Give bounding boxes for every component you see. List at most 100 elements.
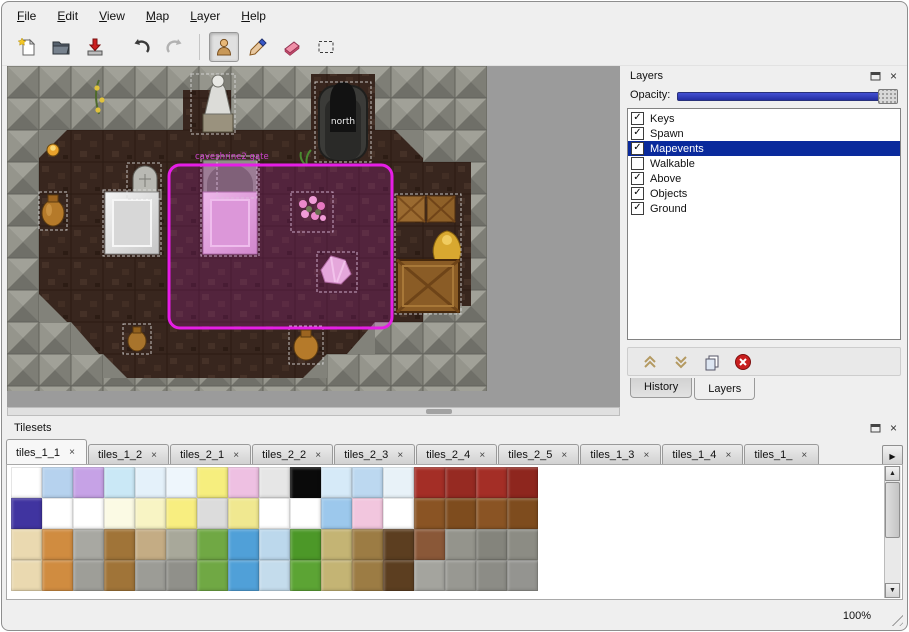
layer-row-ground[interactable]: ✓ Ground bbox=[628, 201, 900, 216]
palette-tile[interactable] bbox=[11, 529, 42, 560]
palette-tile[interactable] bbox=[166, 498, 197, 529]
layer-checkbox[interactable]: ✓ bbox=[631, 127, 644, 140]
palette-tile[interactable] bbox=[352, 467, 383, 498]
tileset-tab[interactable]: tiles_2_4 × bbox=[416, 444, 497, 465]
palette-tile[interactable] bbox=[445, 498, 476, 529]
palette-tile[interactable] bbox=[42, 467, 73, 498]
palette-tile[interactable] bbox=[259, 498, 290, 529]
layer-checkbox[interactable] bbox=[631, 157, 644, 170]
resize-grip[interactable] bbox=[889, 612, 903, 626]
close-tab-icon[interactable]: × bbox=[723, 450, 733, 461]
tileset-tab[interactable]: tiles_1_2 × bbox=[88, 444, 169, 465]
palette-tile[interactable] bbox=[414, 498, 445, 529]
close-tab-icon[interactable]: × bbox=[231, 450, 241, 461]
paint-tool-button[interactable] bbox=[243, 32, 273, 62]
palette-tile[interactable] bbox=[11, 467, 42, 498]
palette-tile[interactable] bbox=[259, 529, 290, 560]
palette-tile[interactable] bbox=[414, 467, 445, 498]
palette-tile[interactable] bbox=[166, 560, 197, 591]
palette-tile[interactable] bbox=[507, 529, 538, 560]
palette-tile[interactable] bbox=[476, 560, 507, 591]
tileset-tab[interactable]: tiles_1_3 × bbox=[580, 444, 661, 465]
palette-tile[interactable] bbox=[197, 498, 228, 529]
palette-tile[interactable] bbox=[228, 560, 259, 591]
palette-tile[interactable] bbox=[104, 498, 135, 529]
save-file-button[interactable] bbox=[80, 32, 110, 62]
menu-file[interactable]: File bbox=[15, 7, 38, 25]
palette-tile[interactable] bbox=[290, 467, 321, 498]
tab-history[interactable]: History bbox=[630, 378, 692, 398]
palette-tile[interactable] bbox=[11, 560, 42, 591]
menu-view[interactable]: View bbox=[97, 7, 127, 25]
palette-tile[interactable] bbox=[321, 498, 352, 529]
palette-tile[interactable] bbox=[73, 529, 104, 560]
palette-tile[interactable] bbox=[290, 529, 321, 560]
close-tab-icon[interactable]: × bbox=[477, 450, 487, 461]
palette-tile[interactable] bbox=[73, 560, 104, 591]
menu-layer[interactable]: Layer bbox=[188, 7, 222, 25]
select-tool-button[interactable] bbox=[311, 32, 341, 62]
undo-button[interactable] bbox=[126, 32, 156, 62]
palette-tile[interactable] bbox=[135, 467, 166, 498]
layer-row-keys[interactable]: ✓ Keys bbox=[628, 111, 900, 126]
scroll-up-icon[interactable]: ▲ bbox=[885, 466, 900, 481]
palette-tile[interactable] bbox=[104, 560, 135, 591]
palette-tile[interactable] bbox=[507, 467, 538, 498]
palette-tile[interactable] bbox=[445, 529, 476, 560]
layer-row-above[interactable]: ✓ Above bbox=[628, 171, 900, 186]
palette-tile[interactable] bbox=[73, 498, 104, 529]
menu-edit[interactable]: Edit bbox=[55, 7, 80, 25]
palette-tile[interactable] bbox=[383, 529, 414, 560]
map-horizontal-scrollbar[interactable] bbox=[7, 407, 620, 416]
palette-tile[interactable] bbox=[445, 467, 476, 498]
close-tab-icon[interactable]: × bbox=[799, 450, 809, 461]
close-tab-icon[interactable]: × bbox=[149, 450, 159, 461]
raise-layer-button[interactable] bbox=[639, 351, 660, 372]
palette-tile[interactable] bbox=[42, 498, 73, 529]
palette-tile[interactable] bbox=[414, 529, 445, 560]
scrollbar-thumb[interactable] bbox=[885, 482, 900, 538]
palette-tile[interactable] bbox=[135, 529, 166, 560]
tileset-tab[interactable]: tiles_2_2 × bbox=[252, 444, 333, 465]
layer-checkbox[interactable]: ✓ bbox=[631, 142, 644, 155]
close-tab-icon[interactable]: × bbox=[67, 447, 77, 458]
palette-tile[interactable] bbox=[290, 560, 321, 591]
palette-tile[interactable] bbox=[476, 529, 507, 560]
palette-tile[interactable] bbox=[507, 498, 538, 529]
palette-tile[interactable] bbox=[321, 529, 352, 560]
palette-tile[interactable] bbox=[104, 467, 135, 498]
palette-tile[interactable] bbox=[476, 498, 507, 529]
palette-tile[interactable] bbox=[383, 498, 414, 529]
tileset-tab[interactable]: tiles_1_1 × bbox=[6, 439, 87, 465]
tab-layers[interactable]: Layers bbox=[694, 378, 755, 400]
palette-tile[interactable] bbox=[383, 560, 414, 591]
layer-row-walkable[interactable]: Walkable bbox=[628, 156, 900, 171]
palette-tile[interactable] bbox=[135, 560, 166, 591]
palette-tile[interactable] bbox=[197, 529, 228, 560]
palette-tile[interactable] bbox=[228, 529, 259, 560]
float-dock-icon[interactable] bbox=[868, 421, 883, 435]
tileset-tab[interactable]: tiles_2_5 × bbox=[498, 444, 579, 465]
layer-row-objects[interactable]: ✓ Objects bbox=[628, 186, 900, 201]
palette-tile[interactable] bbox=[290, 498, 321, 529]
new-file-button[interactable] bbox=[12, 32, 42, 62]
lower-layer-button[interactable] bbox=[670, 351, 691, 372]
palette-tile[interactable] bbox=[42, 529, 73, 560]
palette-tile[interactable] bbox=[228, 498, 259, 529]
map-canvas[interactable]: north bbox=[7, 66, 620, 407]
close-dock-icon[interactable]: × bbox=[886, 421, 901, 435]
palette-tile[interactable] bbox=[11, 498, 42, 529]
palette-tile[interactable] bbox=[104, 529, 135, 560]
close-tab-icon[interactable]: × bbox=[395, 450, 405, 461]
character-tool-button[interactable] bbox=[209, 32, 239, 62]
palette-tile[interactable] bbox=[73, 467, 104, 498]
close-tab-icon[interactable]: × bbox=[313, 450, 323, 461]
palette-tile[interactable] bbox=[197, 560, 228, 591]
scroll-down-icon[interactable]: ▼ bbox=[885, 583, 900, 598]
layer-checkbox[interactable]: ✓ bbox=[631, 187, 644, 200]
scrollbar-thumb[interactable] bbox=[426, 409, 452, 414]
palette-tile[interactable] bbox=[166, 467, 197, 498]
palette-tile[interactable] bbox=[42, 560, 73, 591]
palette-tile[interactable] bbox=[135, 498, 166, 529]
palette-tile[interactable] bbox=[383, 467, 414, 498]
